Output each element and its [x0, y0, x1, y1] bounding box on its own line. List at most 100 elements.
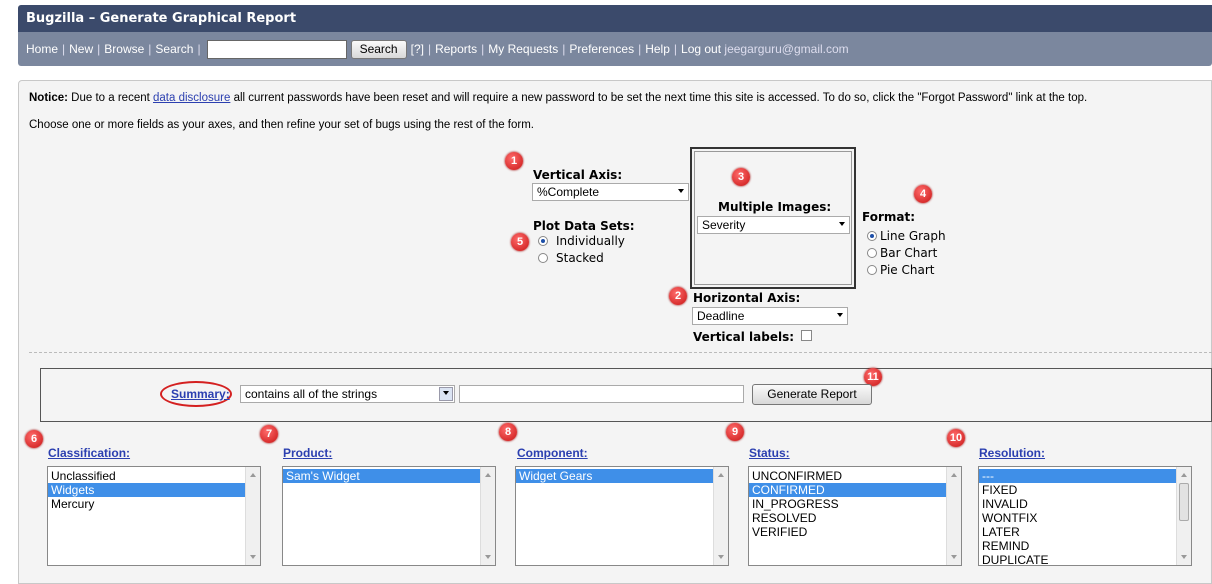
callout-badge-7: 7 [260, 425, 278, 443]
chevron-down-icon [839, 222, 845, 226]
nav-link-preferences[interactable]: Preferences [569, 42, 634, 56]
callout-badge-5: 5 [511, 233, 529, 251]
list-item[interactable]: Mercury [48, 497, 260, 511]
summary-operator-select[interactable]: contains all of the strings [240, 385, 455, 403]
notice-label: Notice: [29, 92, 68, 104]
list-scrollbar[interactable] [946, 467, 961, 565]
multiple-images-label: Multiple Images: [718, 200, 832, 214]
horizontal-axis-select[interactable]: Deadline [692, 307, 848, 325]
plot-stacked-radio[interactable] [538, 253, 548, 263]
nav-link-my-requests[interactable]: My Requests [488, 42, 558, 56]
status-field-link[interactable]: Status: [749, 446, 790, 460]
callout-badge-9: 9 [726, 423, 744, 441]
list-item[interactable]: UNCONFIRMED [749, 469, 961, 483]
list-item[interactable]: REMIND [979, 539, 1191, 553]
format-line-graph-radio[interactable] [867, 231, 877, 241]
top-nav-bar: Home | New | Browse | Search | Search [?] | Reports… [18, 32, 1212, 66]
component-field-link[interactable]: Component: [517, 446, 588, 460]
list-item[interactable]: --- [979, 469, 1191, 483]
nav-link-new[interactable]: New [69, 42, 93, 56]
chevron-up-icon [1181, 473, 1187, 477]
vertical-axis-select[interactable]: %Complete [532, 183, 689, 201]
format-pie-chart-label: Pie Chart [880, 263, 935, 277]
list-item[interactable]: DUPLICATE [979, 553, 1191, 565]
nav-link-help[interactable]: Help [645, 42, 670, 56]
chevron-down-icon [951, 555, 957, 559]
callout-badge-10: 10 [947, 429, 965, 447]
chevron-up-icon [718, 473, 724, 477]
nav-link-browse[interactable]: Browse [104, 42, 144, 56]
classification-field-link[interactable]: Classification: [48, 446, 130, 460]
format-bar-chart-label: Bar Chart [880, 246, 938, 260]
list-scrollbar[interactable] [480, 467, 495, 565]
quick-search-button[interactable]: Search [350, 40, 407, 60]
callout-badge-8: 8 [499, 423, 517, 441]
summary-text-input[interactable] [459, 385, 744, 403]
chevron-down-icon [250, 555, 256, 559]
resolution-list[interactable]: --- FIXED INVALID WONTFIX LATER REMIND D… [978, 466, 1192, 566]
list-scrollbar[interactable] [245, 467, 260, 565]
vertical-labels-label: Vertical labels: [693, 330, 795, 344]
nav-link-reports[interactable]: Reports [435, 42, 477, 56]
list-scrollbar[interactable] [713, 467, 728, 565]
callout-badge-2: 2 [669, 287, 687, 305]
list-item[interactable]: INVALID [979, 497, 1191, 511]
list-item[interactable]: WONTFIX [979, 511, 1191, 525]
format-pie-chart-radio[interactable] [867, 265, 877, 275]
callout-badge-3: 3 [732, 168, 750, 186]
chevron-up-icon [250, 473, 256, 477]
plot-data-sets-label: Plot Data Sets: [533, 219, 635, 233]
user-email: jeegarguru@gmail.com [724, 42, 849, 56]
vertical-axis-value: %Complete [537, 185, 600, 199]
product-list[interactable]: Sam's Widget [282, 466, 496, 566]
multiple-images-select[interactable]: Severity [697, 216, 850, 234]
format-label: Format: [862, 210, 916, 224]
chevron-down-icon [1181, 555, 1187, 559]
vertical-labels-checkbox[interactable] [801, 330, 812, 341]
nav-link-logout[interactable]: Log out [681, 42, 721, 56]
format-bar-chart-radio[interactable] [867, 248, 877, 258]
chevron-up-icon [485, 473, 491, 477]
resolution-field-link[interactable]: Resolution: [979, 446, 1045, 460]
list-item[interactable]: Sam's Widget [283, 469, 495, 483]
summary-field-link[interactable]: Summary: [171, 387, 230, 401]
callout-badge-6: 6 [25, 430, 43, 448]
quick-search-input[interactable] [206, 40, 347, 60]
section-divider [29, 352, 1212, 353]
chevron-down-icon [718, 555, 724, 559]
plot-stacked-label: Stacked [556, 251, 604, 265]
list-item[interactable]: RESOLVED [749, 511, 961, 525]
list-item[interactable]: Widget Gears [516, 469, 728, 483]
classification-list[interactable]: Unclassified Widgets Mercury [47, 466, 261, 566]
list-scrollbar[interactable] [1176, 467, 1191, 565]
chevron-down-icon [837, 313, 843, 317]
list-item[interactable]: VERIFIED [749, 525, 961, 539]
status-list[interactable]: UNCONFIRMED CONFIRMED IN_PROGRESS RESOLV… [748, 466, 962, 566]
multiple-images-value: Severity [702, 218, 746, 232]
chevron-down-icon [678, 189, 684, 193]
notice-text-after: all current passwords have been reset an… [230, 92, 1088, 104]
list-item[interactable]: CONFIRMED [749, 483, 961, 497]
callout-badge-1: 1 [505, 152, 523, 170]
nav-link-search[interactable]: Search [155, 42, 193, 56]
chevron-up-icon [951, 473, 957, 477]
product-field-link[interactable]: Product: [283, 446, 332, 460]
search-help-link[interactable]: [?] [411, 42, 424, 56]
page-header-title: Bugzilla – Generate Graphical Report [18, 5, 1212, 32]
component-list[interactable]: Widget Gears [515, 466, 729, 566]
callout-badge-4: 4 [914, 185, 932, 203]
nav-link-home[interactable]: Home [26, 42, 58, 56]
plot-individually-radio[interactable] [538, 236, 548, 246]
list-item[interactable]: Unclassified [48, 469, 260, 483]
notice-text-before: Due to a recent [67, 92, 154, 104]
data-disclosure-link[interactable]: data disclosure [153, 92, 230, 104]
notice-message: Notice: Due to a recent data disclosure … [29, 92, 1087, 104]
plot-individually-label: Individually [556, 234, 625, 248]
list-item[interactable]: Widgets [48, 483, 260, 497]
list-item[interactable]: FIXED [979, 483, 1191, 497]
generate-report-button[interactable]: Generate Report [752, 384, 872, 405]
list-item[interactable]: IN_PROGRESS [749, 497, 961, 511]
horizontal-axis-value: Deadline [697, 309, 745, 323]
scrollbar-thumb[interactable] [1179, 483, 1189, 521]
list-item[interactable]: LATER [979, 525, 1191, 539]
